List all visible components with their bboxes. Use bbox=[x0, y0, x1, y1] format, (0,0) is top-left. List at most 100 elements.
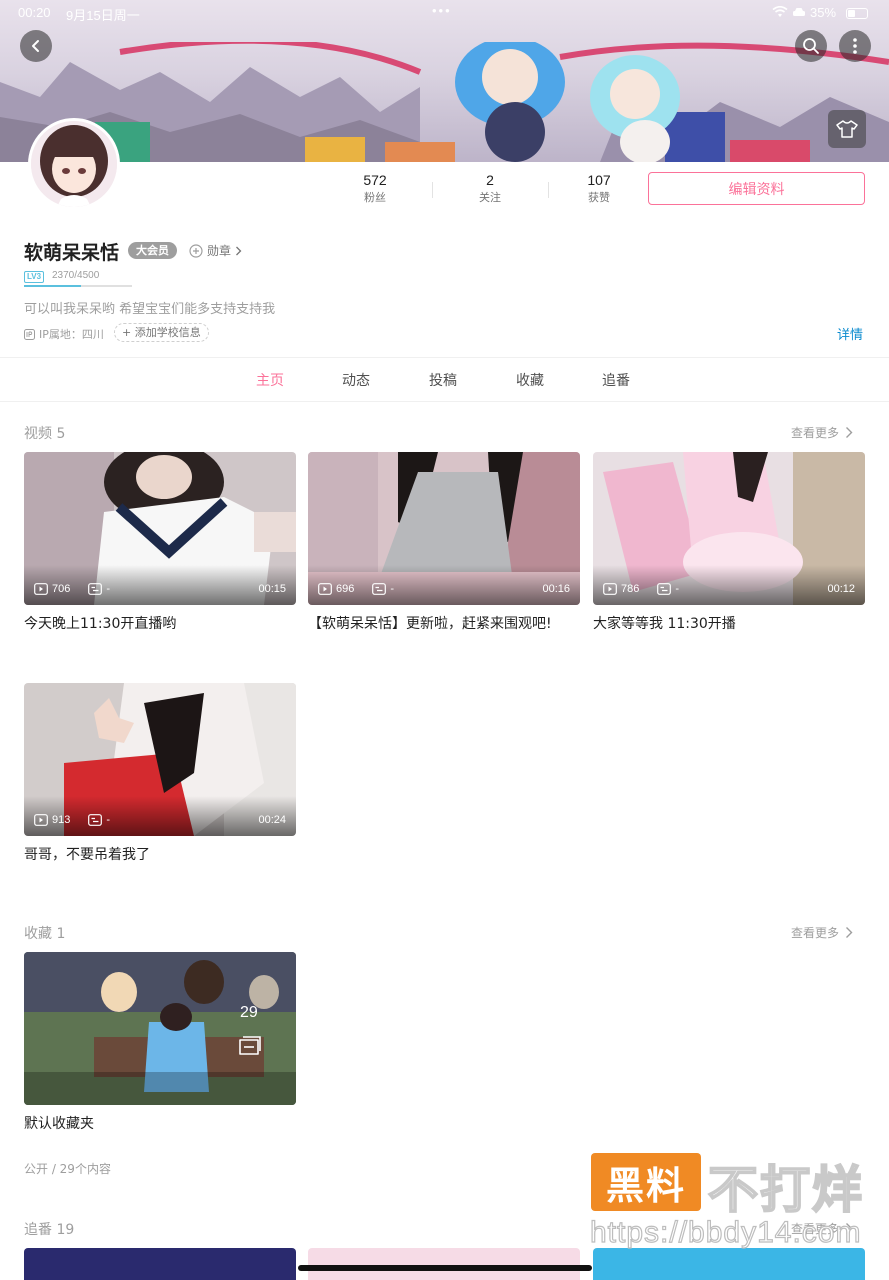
add-school-button[interactable]: + 添加学校信息 bbox=[114, 323, 209, 342]
more-vertical-icon bbox=[853, 38, 857, 54]
theme-skin-button[interactable] bbox=[828, 110, 866, 148]
favorites-see-more[interactable]: 查看更多 bbox=[791, 924, 853, 941]
video-thumbnail[interactable]: 786 - 00:12 bbox=[593, 452, 865, 605]
stats-bar: 572 粉丝 2 关注 107 获赞 bbox=[320, 172, 640, 208]
video-title[interactable]: 大家等等我 11:30开播 bbox=[593, 613, 865, 633]
video-card[interactable]: 913 - 00:24 哥哥，不要吊着我了 bbox=[24, 683, 296, 864]
medal-label: 勋章 bbox=[207, 244, 232, 258]
plus-icon: + bbox=[122, 326, 135, 339]
stat-likes[interactable]: 107 获赞 bbox=[544, 172, 654, 205]
ip-icon bbox=[24, 328, 35, 340]
stat-likes-label: 获赞 bbox=[588, 191, 610, 204]
stat-fans[interactable]: 572 粉丝 bbox=[320, 172, 430, 205]
video-thumbnail[interactable]: 696 - 00:16 bbox=[308, 452, 580, 605]
video-meta: 696 - bbox=[318, 583, 394, 595]
stat-following[interactable]: 2 关注 bbox=[435, 172, 545, 205]
video-card[interactable]: 706 - 00:15 今天晚上11:30开直播哟 bbox=[24, 452, 296, 633]
video-title[interactable]: 【软萌呆呆恬】更新啦，赶紧来围观吧! bbox=[308, 613, 580, 633]
videos-section-title: 视频 5 bbox=[24, 426, 66, 442]
favorite-folder-card[interactable]: 29 默认收藏夹 bbox=[24, 952, 296, 1133]
video-thumbnail[interactable]: 913 - 00:24 bbox=[24, 683, 296, 836]
watermark-badge: 黑料 bbox=[591, 1153, 701, 1211]
status-time: 00:20 bbox=[18, 5, 51, 20]
back-button[interactable] bbox=[20, 30, 52, 62]
more-button[interactable] bbox=[839, 30, 871, 62]
video-card[interactable]: 696 - 00:16 【软萌呆呆恬】更新啦，赶紧来围观吧! bbox=[308, 452, 580, 633]
video-meta: 786 - bbox=[603, 583, 679, 595]
danmaku-icon bbox=[372, 583, 387, 595]
wifi-icon bbox=[772, 6, 788, 17]
battery-percent: 35% bbox=[810, 5, 837, 20]
folder-cover-image bbox=[24, 952, 296, 1105]
search-icon bbox=[803, 38, 819, 54]
tab-uploads[interactable]: 投稿 bbox=[429, 370, 457, 390]
play-count: 913 bbox=[52, 814, 71, 826]
video-meta: 706 - bbox=[34, 583, 110, 595]
stat-likes-count: 107 bbox=[587, 172, 611, 188]
tab-home[interactable]: 主页 bbox=[256, 370, 284, 390]
video-duration: 00:15 bbox=[258, 583, 286, 595]
battery-icon bbox=[846, 8, 868, 19]
video-card[interactable]: 786 - 00:12 大家等等我 11:30开播 bbox=[593, 452, 865, 633]
play-count-icon bbox=[34, 583, 48, 595]
shirt-icon bbox=[836, 120, 858, 138]
tab-dynamics[interactable]: 动态 bbox=[342, 370, 370, 390]
search-button[interactable] bbox=[795, 30, 827, 62]
video-duration: 00:16 bbox=[542, 583, 570, 595]
multitask-dots: ••• bbox=[432, 3, 452, 18]
edit-profile-button[interactable]: 编辑资料 bbox=[648, 172, 865, 205]
danmaku-icon bbox=[88, 814, 103, 826]
danmaku-count: - bbox=[675, 583, 680, 595]
videos-see-more[interactable]: 查看更多 bbox=[791, 424, 853, 441]
details-link[interactable]: 详情 bbox=[837, 324, 863, 343]
status-bar: 00:20 9月15日周一 ••• 35% bbox=[0, 0, 889, 26]
stat-fans-label: 粉丝 bbox=[364, 191, 386, 204]
favorites-section-title: 收藏 1 bbox=[24, 926, 66, 942]
chevron-right-icon bbox=[846, 927, 853, 938]
video-duration: 00:12 bbox=[827, 583, 855, 595]
ip-location: IP属地：四川 bbox=[24, 326, 104, 342]
bangumi-section-title: 追番 19 bbox=[24, 1222, 75, 1238]
play-count-icon bbox=[603, 583, 617, 595]
video-thumbnail[interactable]: 706 - 00:15 bbox=[24, 452, 296, 605]
folder-cover[interactable]: 29 bbox=[24, 952, 296, 1105]
avatar-image bbox=[31, 121, 117, 207]
avatar[interactable] bbox=[28, 118, 120, 210]
bangumi-card[interactable] bbox=[24, 1248, 296, 1280]
play-count-icon bbox=[34, 814, 48, 826]
folder-stack-icon bbox=[239, 1036, 261, 1055]
medal-link[interactable]: 勋章 bbox=[189, 242, 242, 259]
tab-bangumi[interactable]: 追番 bbox=[602, 370, 630, 390]
danmaku-count: - bbox=[106, 583, 111, 595]
home-indicator[interactable] bbox=[298, 1265, 592, 1271]
tab-favorites[interactable]: 收藏 bbox=[516, 370, 544, 390]
vip-badge[interactable]: 大会员 bbox=[128, 242, 177, 259]
profile-banner: 00:20 9月15日周一 ••• 35% bbox=[0, 0, 889, 162]
danmaku-count: - bbox=[106, 814, 111, 826]
medal-add-icon bbox=[189, 243, 203, 258]
danmaku-icon bbox=[657, 583, 672, 595]
videos-see-more-label: 查看更多 bbox=[791, 426, 840, 440]
exp-text: 2370/4500 bbox=[52, 270, 100, 281]
car-icon bbox=[793, 8, 805, 16]
video-title[interactable]: 今天晚上11:30开直播哟 bbox=[24, 613, 296, 633]
stat-following-label: 关注 bbox=[479, 191, 501, 204]
play-count: 706 bbox=[52, 583, 71, 595]
folder-subtitle: 公开 / 29个内容 bbox=[24, 1162, 111, 1176]
video-meta: 913 - bbox=[34, 814, 110, 826]
watermark-text: 不打烊 bbox=[707, 1160, 864, 1220]
danmaku-count: - bbox=[390, 583, 395, 595]
bangumi-card[interactable] bbox=[308, 1248, 580, 1280]
video-title[interactable]: 哥哥，不要吊着我了 bbox=[24, 844, 296, 864]
play-count-icon bbox=[318, 583, 332, 595]
bangumi-card[interactable] bbox=[593, 1248, 865, 1280]
status-date: 9月15日周一 bbox=[66, 8, 140, 23]
banner-artwork bbox=[0, 42, 889, 162]
folder-title[interactable]: 默认收藏夹 bbox=[24, 1113, 296, 1133]
folder-item-count: 29 bbox=[240, 1004, 258, 1021]
back-icon bbox=[32, 40, 39, 52]
add-school-label: 添加学校信息 bbox=[134, 326, 201, 339]
video-duration: 00:24 bbox=[258, 814, 286, 826]
play-count: 696 bbox=[336, 583, 355, 595]
stat-fans-count: 572 bbox=[363, 172, 387, 188]
